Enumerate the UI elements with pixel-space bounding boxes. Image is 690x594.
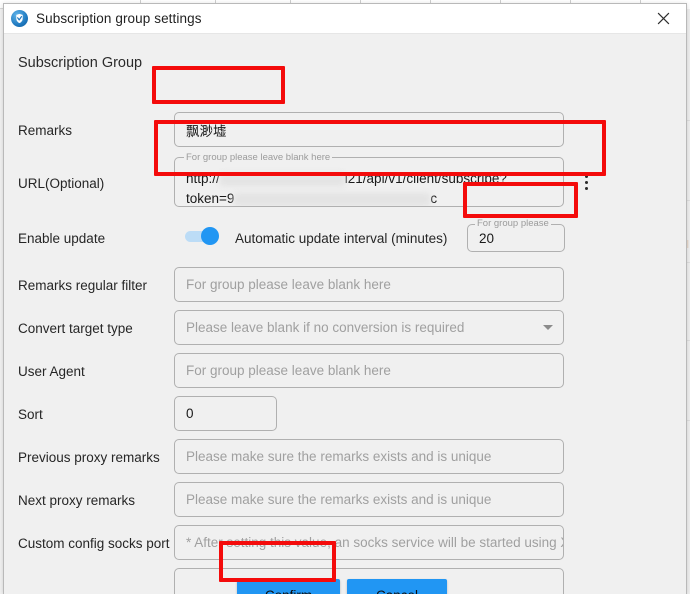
confirm-button[interactable]: Confirm — [237, 579, 340, 594]
url-redacted-token — [234, 193, 431, 206]
label-custom-config-socks-port: Custom config socks port — [18, 536, 170, 551]
label-next-proxy-remarks: Next proxy remarks — [18, 493, 136, 508]
close-icon[interactable] — [641, 4, 686, 33]
previous-proxy-remarks-input[interactable]: Please make sure the remarks exists and … — [174, 439, 564, 474]
label-url: URL(Optional) — [18, 176, 105, 191]
url-redacted-host — [219, 173, 345, 186]
shield-check-icon — [11, 10, 28, 27]
url-suffix: i21/api/v1/client/subscribe? — [344, 171, 507, 186]
label-sort: Sort — [18, 407, 43, 422]
section-title: Subscription Group — [18, 55, 143, 71]
sort-input[interactable]: 0 — [174, 396, 277, 431]
label-convert-target-type: Convert target type — [18, 321, 133, 336]
dialog-title: Subscription group settings — [36, 11, 202, 26]
settings-form: Subscription Group Remarks 飘渺墟 URL(Optio… — [4, 34, 686, 594]
url-input[interactable]: http:// i21/api/v1/client/subscribe? toke… — [174, 157, 564, 207]
token-prefix: token=9 — [186, 191, 235, 206]
subscription-group-settings-dialog: Subscription group settings Subscription… — [3, 3, 687, 594]
cancel-button[interactable]: Cancel — [347, 579, 447, 594]
url-line-1: http:// i21/api/v1/client/subscribe? — [186, 171, 507, 186]
remarks-regular-filter-input[interactable]: For group please leave blank here — [174, 267, 564, 302]
enable-update-toggle[interactable] — [185, 227, 219, 245]
label-previous-proxy-remarks: Previous proxy remarks — [18, 450, 160, 465]
url-float-label: For group please leave blank here — [184, 152, 333, 163]
custom-config-socks-port-input[interactable]: * After setting this value, an socks ser… — [174, 525, 564, 560]
token-suffix: c — [430, 191, 438, 206]
label-remarks-regular-filter: Remarks regular filter — [18, 278, 148, 293]
interval-float-label: For group please — [475, 218, 551, 229]
more-vertical-icon[interactable] — [574, 162, 598, 202]
next-proxy-remarks-input[interactable]: Please make sure the remarks exists and … — [174, 482, 564, 517]
chevron-down-icon[interactable] — [543, 325, 553, 330]
url-line-2: token=9 c — [186, 191, 437, 206]
dialog-titlebar: Subscription group settings — [4, 4, 686, 34]
label-interval: Automatic update interval (minutes) — [235, 231, 448, 246]
convert-target-type-select[interactable]: Please leave blank if no conversion is r… — [174, 310, 564, 345]
toggle-knob — [201, 227, 219, 245]
label-user-agent: User Agent — [18, 364, 85, 379]
remarks-input[interactable]: 飘渺墟 — [174, 112, 564, 147]
label-remarks: Remarks — [18, 123, 73, 138]
url-prefix: http:// — [186, 171, 220, 186]
user-agent-input[interactable]: For group please leave blank here — [174, 353, 564, 388]
label-enable-update: Enable update — [18, 231, 106, 246]
